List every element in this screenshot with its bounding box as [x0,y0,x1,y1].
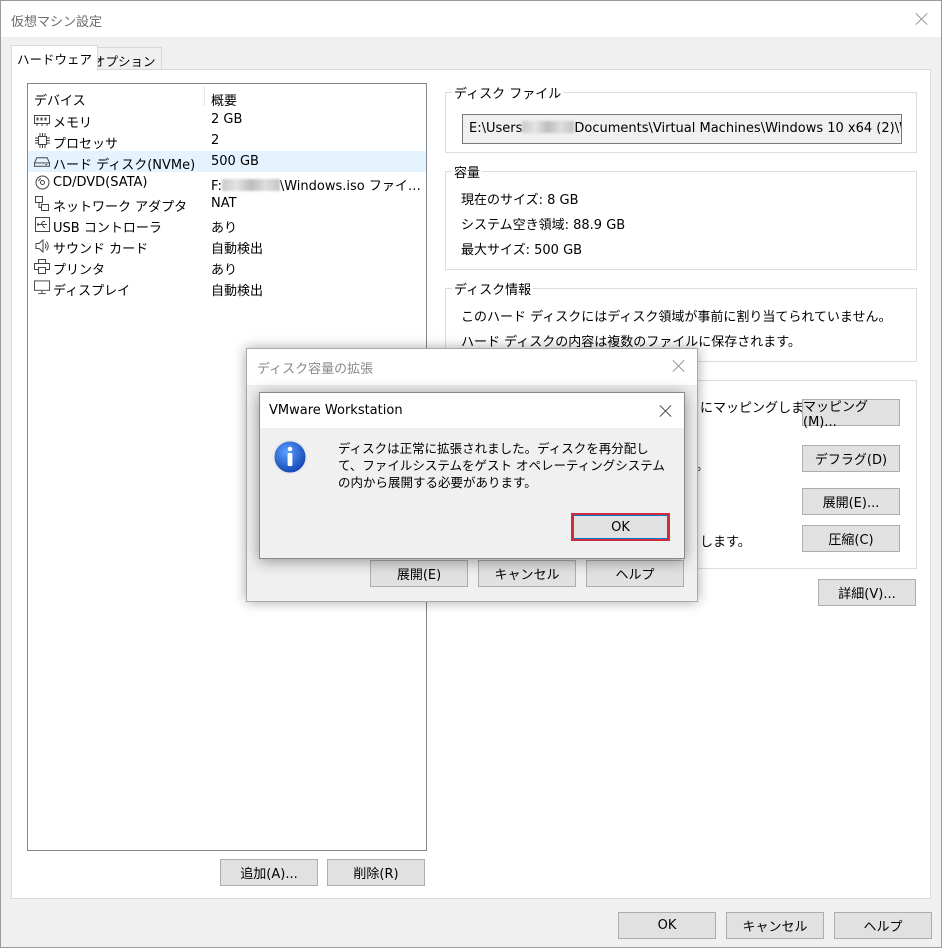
message-box-title: VMware Workstation [269,403,403,418]
tab-hardware-label: ハードウェア [17,52,93,67]
cancel-button[interactable]: キャンセル [726,912,824,939]
defrag-button[interactable]: デフラグ(D) [802,445,900,472]
display-icon [34,280,50,295]
device-name: ハード ディスク(NVMe) [53,158,196,173]
disk-info-title: ディスク情報 [452,279,534,298]
device-summary: あり [211,221,238,236]
tab-hardware[interactable]: ハードウェア [11,45,99,71]
device-summary: 2 [211,133,220,148]
tab-options[interactable]: オプション [87,47,162,71]
info-icon [272,439,308,479]
compact-button[interactable]: 圧縮(C) [802,525,900,552]
tab-options-label: オプション [93,54,156,69]
close-icon[interactable] [657,402,675,420]
window-title: 仮想マシン設定 [11,15,103,30]
device-summary: 500 GB [211,154,259,169]
device-name: ネットワーク アダプタ [53,200,188,215]
column-header-summary[interactable]: 概要 [211,90,237,109]
expand-button[interactable]: 展開(E)... [802,488,900,515]
device-row-usb-controller[interactable]: USB コントローラ あり [28,214,426,236]
map-description: にマッピングしま [700,401,805,416]
device-name: CD/DVD(SATA) [53,175,148,190]
device-row-network-adapter[interactable]: ネットワーク アダプタ NAT [28,193,426,215]
message-ok-button[interactable]: OK [571,513,670,541]
max-size-label: 最大サイズ: 500 GB [461,243,583,258]
summary-suffix: \Windows.iso ファイル... [279,179,423,194]
network-adapter-icon [34,196,50,211]
disk-file-path-field[interactable]: E:\Users Documents\Virtual Machines\Windo… [462,114,902,144]
device-name: USB コントローラ [53,221,162,236]
redacted-username [522,121,575,133]
close-icon[interactable] [670,357,688,375]
processor-icon [34,133,50,148]
redacted-path [221,179,280,191]
expand-dialog-expand-button[interactable]: 展開(E) [370,560,468,587]
map-button[interactable]: マッピング(M)... [802,399,900,430]
cd-dvd-icon [34,175,50,190]
device-name: ディスプレイ [53,284,131,299]
hard-disk-icon [34,154,50,169]
system-free-space-label: システム空き領域: 88.9 GB [461,218,626,233]
title-bar: 仮想マシン設定 [1,1,941,37]
device-row-hard-disk[interactable]: ハード ディスク(NVMe) 500 GB [28,151,426,173]
device-row-memory[interactable]: メモリ 2 GB [28,109,426,131]
device-row-cd-dvd[interactable]: CD/DVD(SATA) F: \Windows.iso ファイル... [28,172,426,194]
path-prefix: E:\Users [469,121,523,136]
device-row-printer[interactable]: プリンタ あり [28,256,426,278]
device-summary: F: \Windows.iso ファイル... [211,175,423,194]
device-summary: あり [211,263,238,278]
device-summary: NAT [211,196,237,211]
disk-file-title: ディスク ファイル [452,83,564,102]
capacity-group: 容量 現在のサイズ: 8 GB システム空き領域: 88.9 GB 最大サイズ:… [445,162,917,270]
device-name: プロセッサ [53,137,119,152]
device-row-sound-card[interactable]: サウンド カード 自動検出 [28,235,426,257]
message-text: ディスクは正常に拡張されました。ディスクを再分配して、ファイルシステムをゲスト … [338,441,665,490]
device-name: メモリ [53,116,93,131]
remove-device-button[interactable]: 削除(R) [327,859,425,886]
device-summary: 自動検出 [211,284,264,299]
current-size-label: 現在のサイズ: 8 GB [461,193,579,208]
close-icon[interactable] [913,10,931,28]
device-list-header: デバイス 概要 [28,84,426,110]
path-suffix: Documents\Virtual Machines\Windows 10 x6… [574,121,902,136]
column-separator[interactable] [204,86,205,106]
summary-prefix: F: [211,179,222,194]
expand-dialog-cancel-button[interactable]: キャンセル [478,560,576,587]
device-summary: 自動検出 [211,242,264,257]
device-name: プリンタ [53,263,106,278]
capacity-title: 容量 [452,162,483,181]
expand-dialog-help-button[interactable]: ヘルプ [586,560,684,587]
usb-icon [34,217,50,232]
compact-description: します。 [700,535,751,550]
help-button[interactable]: ヘルプ [834,912,932,939]
message-box: VMware Workstation ディスクは正常に拡張されました。ディスクを… [259,392,685,559]
advanced-button[interactable]: 詳細(V)... [818,579,916,606]
memory-icon [34,112,50,127]
expand-dialog-title: ディスク容量の拡張 [257,362,374,377]
column-header-device[interactable]: デバイス [34,90,86,109]
disk-info-preallocation: このハード ディスクにはディスク領域が事前に割り当てられていません。 [461,310,892,325]
ok-button[interactable]: OK [618,912,716,939]
device-name: サウンド カード [53,242,149,257]
device-row-processor[interactable]: プロセッサ 2 [28,130,426,152]
disk-file-group: ディスク ファイル E:\Users Documents\Virtual Mach… [445,83,917,153]
speaker-icon [34,238,50,253]
add-device-button[interactable]: 追加(A)... [220,859,318,886]
printer-icon [34,259,50,274]
vm-settings-window: 仮想マシン設定 ハードウェア オプション デバイス 概要 メモリ 2 GB プロ… [0,0,942,948]
device-summary: 2 GB [211,112,243,127]
device-row-display[interactable]: ディスプレイ 自動検出 [28,277,426,299]
